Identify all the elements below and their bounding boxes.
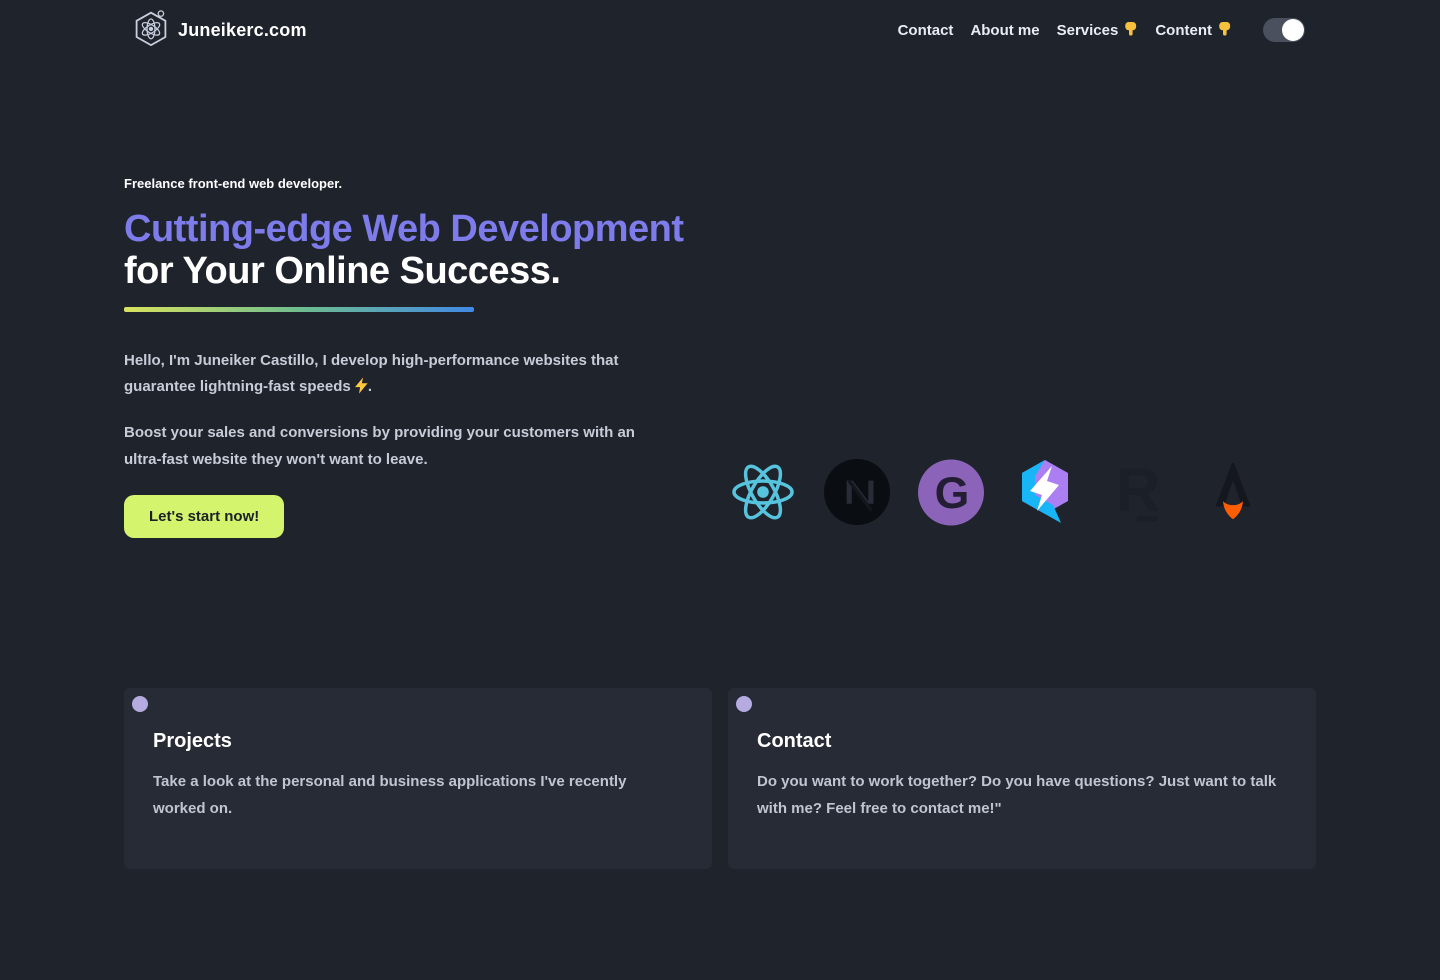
- nav-content[interactable]: Content: [1155, 20, 1232, 40]
- hero-title: Cutting-edge Web Developmentfor Your Onl…: [124, 209, 684, 293]
- qwik-logo-icon: [1012, 458, 1078, 526]
- theme-toggle-knob: [1282, 19, 1304, 41]
- nav-services-label: Services: [1057, 22, 1119, 39]
- card-title: Contact: [757, 730, 1286, 753]
- brand-logo-icon: [133, 8, 169, 53]
- hero-paragraph-2: Boost your sales and conversions by prov…: [124, 420, 669, 473]
- site-header: Juneikerc.com Contact About me Services …: [0, 0, 1440, 60]
- nav-about-me[interactable]: About me: [970, 22, 1039, 39]
- feature-cards: Projects Take a look at the personal and…: [124, 688, 1316, 869]
- card-dot: [736, 696, 752, 712]
- brand-name: Juneikerc.com: [178, 20, 307, 41]
- pointing-down-icon: [1217, 20, 1232, 40]
- cta-button[interactable]: Let's start now!: [124, 495, 284, 538]
- pointing-down-icon: [1123, 20, 1138, 40]
- tech-logos-row: G R: [730, 458, 1266, 526]
- svg-text:G: G: [935, 469, 970, 518]
- card-dot: [132, 696, 148, 712]
- theme-toggle[interactable]: [1263, 18, 1305, 42]
- gatsby-logo-icon: G: [918, 458, 984, 526]
- projects-card[interactable]: Projects Take a look at the personal and…: [124, 688, 712, 869]
- gradient-underline: [124, 307, 474, 312]
- lightning-icon: [355, 377, 368, 404]
- hero-title-rest: for Your Online Success.: [124, 250, 560, 292]
- nav-about-me-label: About me: [970, 22, 1039, 39]
- nav-content-label: Content: [1155, 22, 1212, 39]
- card-description: Take a look at the personal and business…: [153, 768, 682, 822]
- hero-paragraph-1-period: .: [368, 378, 372, 395]
- nav-contact[interactable]: Contact: [898, 22, 954, 39]
- react-logo-icon: [730, 458, 796, 526]
- astro-logo-icon: [1200, 458, 1266, 526]
- svg-text:R: R: [1116, 459, 1161, 525]
- hero-section: Freelance front-end web developer. Cutti…: [124, 176, 1316, 538]
- main-nav: Contact About me Services Content: [898, 18, 1305, 42]
- card-title: Projects: [153, 730, 682, 753]
- nav-services[interactable]: Services: [1057, 20, 1139, 40]
- nav-contact-label: Contact: [898, 22, 954, 39]
- remix-logo-icon: R: [1106, 458, 1172, 526]
- hero-eyebrow: Freelance front-end web developer.: [124, 176, 684, 191]
- nextjs-logo-icon: [824, 458, 890, 526]
- brand[interactable]: Juneikerc.com: [133, 8, 307, 53]
- contact-card[interactable]: Contact Do you want to work together? Do…: [728, 688, 1316, 869]
- hero-title-accent: Cutting-edge Web Development: [124, 208, 684, 250]
- hero-paragraph-1: Hello, I'm Juneiker Castillo, I develop …: [124, 348, 669, 404]
- card-description: Do you want to work together? Do you hav…: [757, 768, 1286, 822]
